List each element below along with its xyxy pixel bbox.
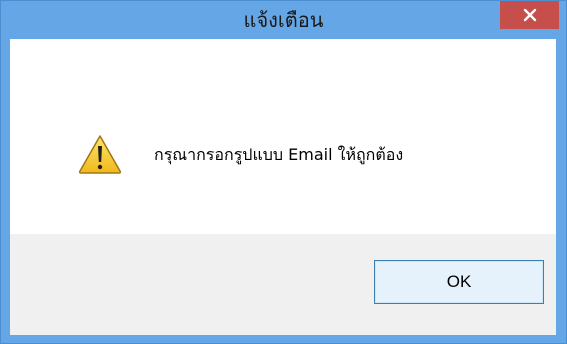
warning-icon bbox=[78, 135, 122, 174]
close-button[interactable] bbox=[500, 1, 559, 29]
dialog-footer: OK bbox=[10, 234, 556, 335]
alert-message: กรุณากรอกรูปแบบ Email ให้ถูกต้อง bbox=[154, 145, 404, 164]
ok-button[interactable]: OK bbox=[374, 260, 544, 304]
close-icon bbox=[523, 8, 536, 22]
title-bar[interactable]: แจ้งเตือน bbox=[1, 1, 566, 39]
dialog-title: แจ้งเตือน bbox=[243, 8, 324, 32]
alert-dialog-window: แจ้งเตือน กรุณากรอกรูปแบบ Email ให้ถูกต้… bbox=[0, 0, 567, 344]
dialog-content: กรุณากรอกรูปแบบ Email ให้ถูกต้อง bbox=[10, 39, 556, 234]
